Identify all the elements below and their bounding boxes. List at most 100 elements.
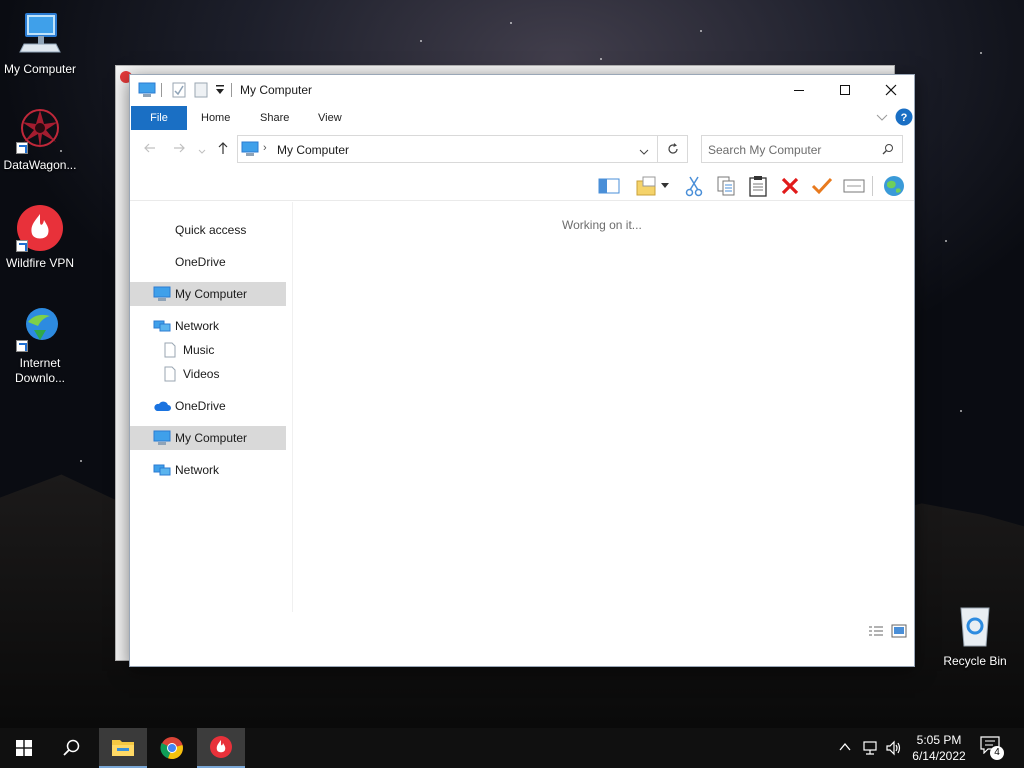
taskbar-file-explorer[interactable] xyxy=(99,728,147,768)
forward-button[interactable] xyxy=(170,141,188,159)
nav-item-onedrive[interactable]: OneDrive xyxy=(130,250,286,274)
taskbar-wildfire-vpn[interactable] xyxy=(197,728,245,768)
navigation-pane: Quick access OneDrive My Computer Networ… xyxy=(130,202,292,612)
desktop-icon-datawagon[interactable]: DataWagon... xyxy=(0,106,80,173)
breadcrumb-my-computer[interactable]: My Computer xyxy=(277,143,349,157)
large-icons-view-icon[interactable] xyxy=(891,624,907,641)
computer-icon xyxy=(241,141,259,160)
show-hidden-icons-chevron-icon[interactable] xyxy=(839,741,851,755)
search-button[interactable] xyxy=(48,728,96,768)
file-icon xyxy=(163,366,181,382)
nav-item-my-computer[interactable]: My Computer xyxy=(130,282,286,306)
refresh-icon xyxy=(667,143,678,154)
taskbar-chrome[interactable] xyxy=(148,728,196,768)
tab-view[interactable]: View xyxy=(306,106,354,130)
search-input[interactable] xyxy=(708,141,878,159)
desktop-icon-label: Recycle Bin xyxy=(943,654,1007,668)
nav-item-quick-access[interactable]: Quick access xyxy=(130,218,286,242)
refresh-button[interactable] xyxy=(658,135,688,163)
desktop-icon-label: My Computer xyxy=(3,62,77,76)
search-box[interactable] xyxy=(701,135,903,163)
notification-count-badge: 4 xyxy=(990,746,1004,760)
quick-access-dropdown-icon[interactable] xyxy=(215,84,225,100)
shortcut-arrow-icon xyxy=(16,240,28,252)
network-icon xyxy=(153,318,171,334)
desktop-icon-my-computer[interactable]: My Computer xyxy=(0,10,80,77)
new-item-button[interactable] xyxy=(634,174,658,198)
desktop-icon-label: Internet Downlo... xyxy=(14,356,66,385)
ribbon-expand-chevron-icon[interactable] xyxy=(876,112,888,126)
file-icon xyxy=(163,342,181,358)
tab-share[interactable]: Share xyxy=(248,106,301,130)
cut-button[interactable] xyxy=(682,174,706,198)
properties-icon[interactable] xyxy=(172,82,186,98)
computer-icon xyxy=(153,286,171,302)
tab-file[interactable]: File xyxy=(131,106,187,130)
arrow-left-icon xyxy=(144,143,155,153)
nav-item-music[interactable]: Music xyxy=(130,338,286,362)
recent-locations-button[interactable] xyxy=(196,141,208,159)
delete-button[interactable] xyxy=(778,174,802,198)
ribbon-tabs: File Home Share View ? xyxy=(130,106,914,130)
properties-card-icon xyxy=(843,179,865,193)
title-bar[interactable]: My Computer xyxy=(130,75,914,105)
nav-item-label: OneDrive xyxy=(175,255,226,269)
nav-item-label: Music xyxy=(183,343,215,357)
close-button[interactable] xyxy=(868,75,914,105)
nav-item-label: Network xyxy=(175,463,220,477)
help-icon[interactable]: ? xyxy=(895,108,913,129)
search-icon[interactable] xyxy=(882,143,894,158)
chevron-down-icon xyxy=(198,149,206,154)
nav-item-network-2[interactable]: Network xyxy=(130,458,286,482)
clock-date: 6/14/2022 xyxy=(912,749,966,763)
file-explorer-window[interactable]: My Computer File Home Share View ? › My … xyxy=(129,74,915,667)
network-globe-button[interactable] xyxy=(882,174,906,198)
copy-button[interactable] xyxy=(714,174,738,198)
back-button[interactable] xyxy=(141,141,159,159)
internet-download-manager-icon xyxy=(16,304,64,352)
address-bar[interactable]: › My Computer xyxy=(237,135,658,163)
desktop-icon-internet-download[interactable]: Internet Downlo... xyxy=(0,304,80,386)
details-view-icon[interactable] xyxy=(868,624,884,641)
nav-item-videos[interactable]: Videos xyxy=(130,362,286,386)
minimize-button[interactable] xyxy=(776,75,822,105)
network-status-icon[interactable] xyxy=(862,740,880,759)
desktop-icon-label: DataWagon... xyxy=(3,158,77,172)
volume-icon[interactable] xyxy=(885,740,903,759)
desktop-icon-recycle-bin[interactable]: Recycle Bin xyxy=(935,602,1015,669)
preview-pane-button[interactable] xyxy=(597,174,621,198)
network-icon xyxy=(153,462,171,478)
desktop-icon-label: Wildfire VPN xyxy=(5,256,74,270)
svg-text:?: ? xyxy=(901,112,908,124)
up-button[interactable] xyxy=(214,141,232,159)
copy-icon xyxy=(717,176,735,196)
close-icon xyxy=(885,84,897,96)
breadcrumb-separator-icon: › xyxy=(263,142,267,154)
maximize-button[interactable] xyxy=(822,75,868,105)
nav-item-label: Quick access xyxy=(175,223,247,237)
taskbar-clock[interactable]: 5:05 PM 6/14/2022 xyxy=(905,732,973,764)
new-item-dropdown[interactable] xyxy=(658,174,672,198)
chrome-icon xyxy=(160,737,183,760)
toolbar-separator xyxy=(872,176,873,196)
address-row: › My Computer xyxy=(130,134,914,166)
computer-icon xyxy=(153,430,171,446)
minimize-icon xyxy=(794,90,804,91)
nav-item-network[interactable]: Network xyxy=(130,314,286,338)
tab-home[interactable]: Home xyxy=(189,106,242,130)
new-folder-icon[interactable] xyxy=(194,82,208,98)
pane-divider[interactable] xyxy=(292,202,293,612)
wildfire-vpn-icon xyxy=(210,736,232,758)
recycle-bin-icon xyxy=(951,602,999,650)
arrow-right-icon xyxy=(174,143,185,153)
nav-item-onedrive-2[interactable]: OneDrive xyxy=(130,394,286,418)
paste-button[interactable] xyxy=(746,174,770,198)
action-center-button[interactable]: 4 xyxy=(980,736,1006,760)
nav-item-my-computer-2[interactable]: My Computer xyxy=(130,426,286,450)
address-dropdown-icon[interactable] xyxy=(639,145,649,159)
properties-button[interactable] xyxy=(842,174,866,198)
desktop-icon-wildfire-vpn[interactable]: Wildfire VPN xyxy=(0,204,80,271)
rename-button[interactable] xyxy=(810,174,834,198)
start-button[interactable] xyxy=(0,728,48,768)
preview-pane-icon xyxy=(598,178,620,194)
